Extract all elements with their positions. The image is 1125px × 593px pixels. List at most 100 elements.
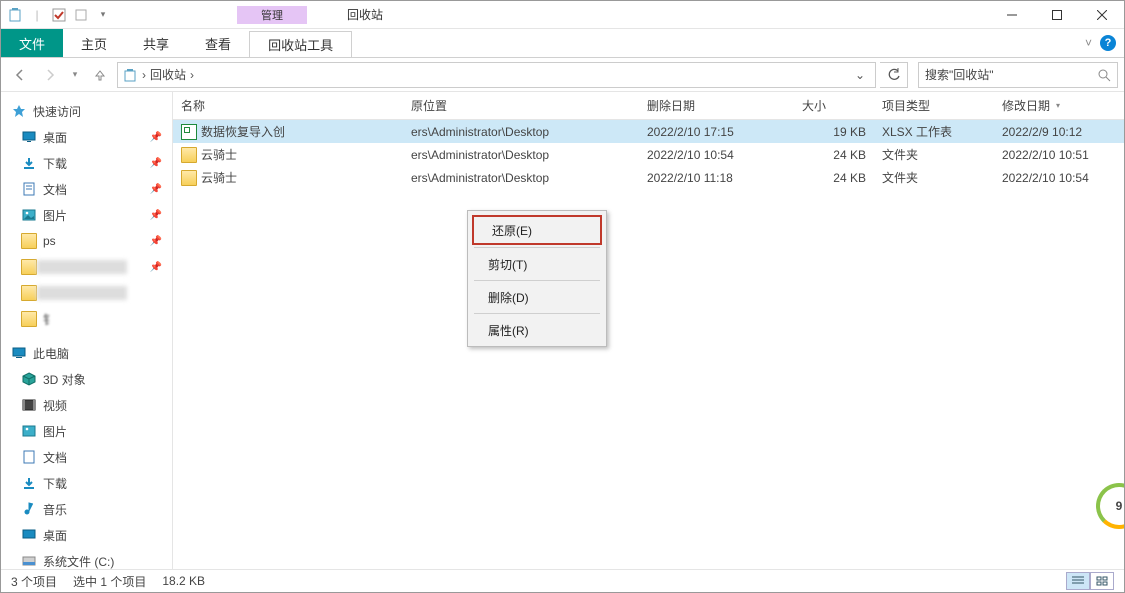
help-icon[interactable]: ? [1100, 35, 1116, 51]
address-sep2[interactable]: › [190, 68, 194, 82]
file-row[interactable]: 云骑士ers\Administrator\Desktop2022/2/10 11… [173, 166, 1124, 189]
context-menu: 还原(E) 剪切(T) 删除(D) 属性(R) [467, 210, 607, 347]
nav-back-button[interactable] [7, 62, 33, 88]
qat-separator: | [27, 5, 47, 25]
cell-name: 云骑士 [173, 146, 403, 163]
sidebar-item-ps[interactable]: ps 📌 [1, 228, 172, 254]
qat-check-icon[interactable] [49, 5, 69, 25]
qat-dropdown-icon[interactable]: ▾ [93, 5, 113, 25]
sidebar-item-label: 图片 [43, 207, 67, 224]
sidebar-item-label: 桌面 [43, 527, 67, 544]
sidebar-item-blurred-3[interactable]: 钅 [1, 306, 172, 332]
folder-icon [21, 285, 37, 301]
file-row[interactable]: 数据恢复导入创ers\Administrator\Desktop2022/2/1… [173, 120, 1124, 143]
document-icon [21, 181, 37, 197]
sidebar-this-pc-label: 此电脑 [33, 345, 69, 362]
status-bar: 3 个项目 选中 1 个项目 18.2 KB [1, 569, 1124, 592]
maximize-button[interactable] [1034, 1, 1079, 29]
status-selected: 选中 1 个项目 [73, 573, 146, 590]
col-size[interactable]: 大小 [794, 97, 874, 114]
video-icon [21, 397, 37, 413]
cell-deleted: 2022/2/10 17:15 [639, 125, 794, 139]
sidebar-item-docs[interactable]: 文档 📌 [1, 176, 172, 202]
sidebar-quick-label: 快速访问 [33, 103, 81, 120]
pin-icon: 📌 [150, 210, 162, 221]
sidebar-item-blurred-1[interactable]: 📌 [1, 254, 172, 280]
column-headers: 名称 原位置 删除日期 大小 项目类型 修改日期▾ [173, 92, 1124, 120]
sidebar-item-desktop2[interactable]: 桌面 [1, 522, 172, 548]
desktop-icon [21, 129, 37, 145]
ctx-properties[interactable]: 属性(R) [470, 316, 604, 344]
nav-forward-button[interactable] [37, 62, 63, 88]
drive-icon [21, 553, 37, 569]
address-bar[interactable]: › 回收站 › ⌄ [117, 62, 876, 88]
view-large-button[interactable] [1090, 572, 1114, 590]
view-details-button[interactable] [1066, 572, 1090, 590]
address-location[interactable]: 回收站 [150, 66, 186, 83]
col-type[interactable]: 项目类型 [874, 97, 994, 114]
cell-location: ers\Administrator\Desktop [403, 148, 639, 162]
tab-view[interactable]: 查看 [187, 29, 249, 57]
blurred-label [37, 260, 127, 274]
sidebar-item-download2[interactable]: 下载 [1, 470, 172, 496]
sidebar-item-blurred-2[interactable] [1, 280, 172, 306]
sidebar-item-label: 钅 [43, 311, 55, 328]
sidebar-item-label: 视频 [43, 397, 67, 414]
nav-bar: ▾ › 回收站 › ⌄ 搜索"回收站" [1, 58, 1124, 92]
col-name[interactable]: 名称 [173, 97, 403, 114]
refresh-button[interactable] [880, 62, 908, 88]
pin-icon: 📌 [150, 132, 162, 143]
col-deleted[interactable]: 删除日期 [639, 97, 794, 114]
sidebar-item-label: 3D 对象 [43, 371, 86, 388]
ribbon-tabs: 文件 主页 共享 查看 回收站工具 ˅ ? [1, 29, 1124, 58]
nav-up-button[interactable] [87, 62, 113, 88]
col-location[interactable]: 原位置 [403, 97, 639, 114]
cell-location: ers\Administrator\Desktop [403, 125, 639, 139]
address-dropdown-icon[interactable]: ⌄ [849, 68, 871, 82]
sidebar-this-pc[interactable]: 此电脑 [1, 340, 172, 366]
nav-recent-dropdown[interactable]: ▾ [67, 62, 83, 88]
close-button[interactable] [1079, 1, 1124, 29]
cell-modified: 2022/2/10 10:51 [994, 148, 1124, 162]
picture-icon [21, 207, 37, 223]
tab-share[interactable]: 共享 [125, 29, 187, 57]
sidebar-item-drive-c[interactable]: 系统文件 (C:) [1, 548, 172, 569]
sidebar-item-docs2[interactable]: 文档 [1, 444, 172, 470]
address-sep1[interactable]: › [142, 68, 146, 82]
file-row[interactable]: 云骑士ers\Administrator\Desktop2022/2/10 10… [173, 143, 1124, 166]
cell-type: 文件夹 [874, 146, 994, 163]
tab-recycle-tools[interactable]: 回收站工具 [249, 31, 352, 57]
sidebar-item-pics[interactable]: 图片 📌 [1, 202, 172, 228]
ctx-delete[interactable]: 删除(D) [470, 283, 604, 311]
cell-modified: 2022/2/9 10:12 [994, 125, 1124, 139]
this-pc-icon [11, 345, 27, 361]
ribbon-collapse-icon[interactable]: ˅ [1085, 36, 1092, 50]
folder-icon [21, 233, 37, 249]
blurred-label [37, 286, 127, 300]
search-box[interactable]: 搜索"回收站" [918, 62, 1118, 88]
ctx-separator [474, 280, 600, 281]
sidebar-item-label: 桌面 [43, 129, 67, 146]
cell-deleted: 2022/2/10 10:54 [639, 148, 794, 162]
sidebar-item-music[interactable]: 音乐 [1, 496, 172, 522]
sidebar-quick-access[interactable]: 快速访问 [1, 98, 172, 124]
cell-name: 数据恢复导入创 [173, 123, 403, 140]
sidebar-item-3d[interactable]: 3D 对象 [1, 366, 172, 392]
file-list-area: 名称 原位置 删除日期 大小 项目类型 修改日期▾ 数据恢复导入创ers\Adm… [173, 92, 1124, 569]
folder-icon [181, 147, 197, 163]
sidebar-item-video[interactable]: 视频 [1, 392, 172, 418]
ribbon-context-tab-group: 管理 [237, 6, 307, 24]
qat-new-icon[interactable] [71, 5, 91, 25]
pin-icon: 📌 [150, 262, 162, 273]
col-modified[interactable]: 修改日期▾ [994, 97, 1124, 114]
minimize-button[interactable] [989, 1, 1034, 29]
ctx-cut[interactable]: 剪切(T) [470, 250, 604, 278]
nav-pane: 快速访问 桌面 📌 下载 📌 文档 📌 图片 📌 [1, 92, 173, 569]
sidebar-item-pics2[interactable]: 图片 [1, 418, 172, 444]
sidebar-item-desktop[interactable]: 桌面 📌 [1, 124, 172, 150]
ctx-restore[interactable]: 还原(E) [472, 215, 602, 245]
sidebar-item-download[interactable]: 下载 📌 [1, 150, 172, 176]
file-tab[interactable]: 文件 [1, 29, 63, 57]
pin-icon: 📌 [150, 158, 162, 169]
tab-home[interactable]: 主页 [63, 29, 125, 57]
